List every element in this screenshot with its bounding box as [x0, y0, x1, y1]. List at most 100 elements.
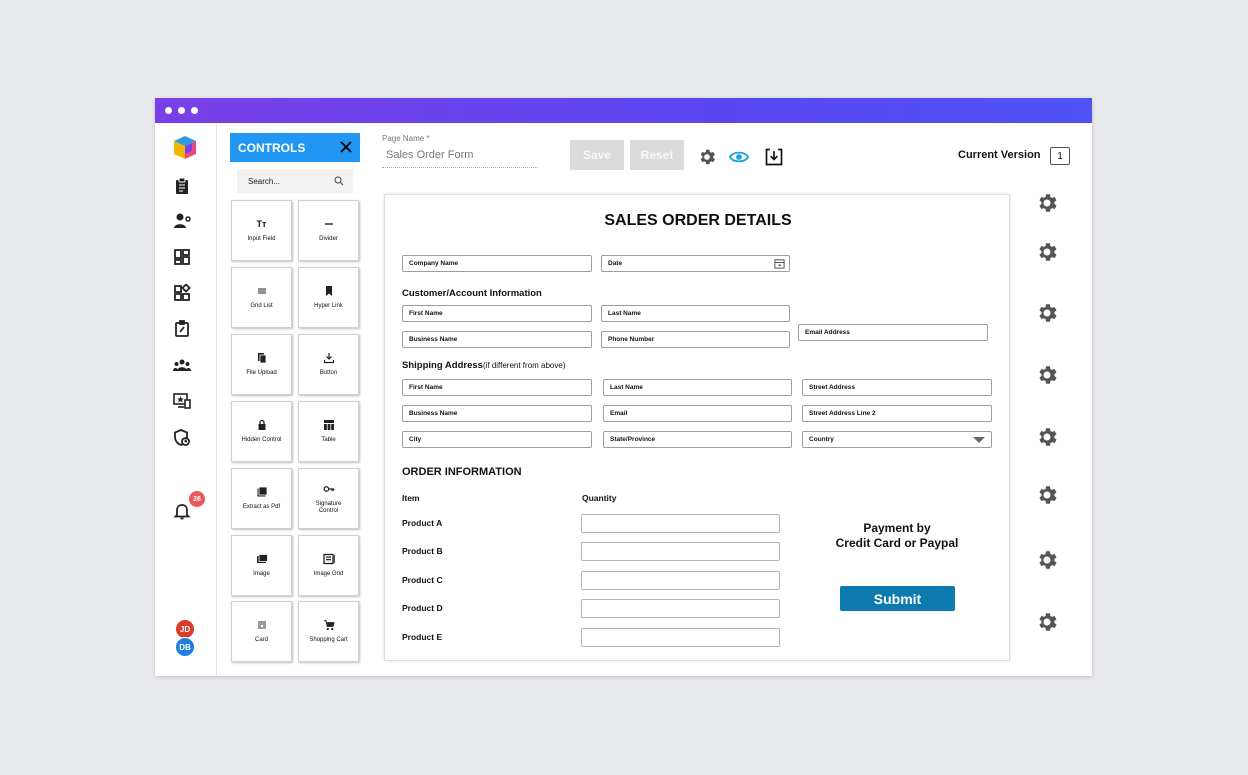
section-settings-gear-icon[interactable] — [1035, 240, 1059, 264]
controls-header: CONTROLS — [230, 133, 360, 162]
control-tile-image[interactable]: Image — [231, 535, 292, 596]
quantity-input[interactable] — [581, 542, 780, 561]
bell-icon[interactable] — [173, 502, 191, 520]
control-tile-table[interactable]: Table — [298, 401, 359, 462]
control-tile-button[interactable]: Button — [298, 334, 359, 395]
state-field[interactable]: State/Province — [603, 431, 792, 448]
control-tile-label: Divider — [319, 236, 338, 242]
control-tile-signature-control[interactable]: Signature Control — [298, 468, 359, 529]
app-logo-icon[interactable] — [172, 133, 198, 161]
control-tile-hyper-link[interactable]: Hyper Link — [298, 267, 359, 328]
user-settings-icon[interactable] — [173, 212, 191, 230]
notification-badge: 26 — [189, 491, 205, 507]
city-field[interactable]: City — [402, 431, 592, 448]
ship-last-name-field[interactable]: Last Name — [603, 379, 792, 396]
date-field[interactable]: Date — [601, 255, 790, 272]
control-tile-label: Image Grid — [313, 571, 344, 577]
control-tile-hidden-control[interactable]: Hidden Control — [231, 401, 292, 462]
featured-display-icon[interactable] — [173, 392, 191, 410]
form-canvas: SALES ORDER DETAILS Company Name Date Cu… — [384, 194, 1010, 661]
window-dot[interactable] — [191, 107, 198, 114]
download-tray-icon[interactable] — [764, 147, 784, 167]
shield-clock-icon[interactable] — [173, 429, 191, 447]
control-tile-grid-list[interactable]: Grid List — [231, 267, 292, 328]
ship-business-name-field[interactable]: Business Name — [402, 405, 592, 422]
control-tile-label: Signature Control — [315, 500, 342, 514]
email-address-field[interactable]: Email Address — [798, 324, 988, 341]
shipping-note: (if different from above) — [482, 361, 566, 370]
shipping-title: Shipping Address — [402, 360, 483, 371]
groups-icon[interactable] — [173, 356, 191, 374]
ship-email-field[interactable]: Email — [603, 405, 792, 422]
date-label: Date — [608, 260, 623, 267]
version-number[interactable]: 1 — [1050, 147, 1070, 165]
section-settings-gear-icon[interactable] — [1035, 610, 1059, 634]
avatar[interactable]: DB — [175, 637, 195, 657]
table-icon — [323, 419, 335, 431]
control-tile-image-grid[interactable]: Image Grid — [298, 535, 359, 596]
order-section-title: ORDER INFORMATION — [402, 466, 522, 478]
page-name-input[interactable]: Sales Order Form — [382, 149, 538, 168]
last-name-field[interactable]: Last Name — [601, 305, 790, 322]
save-button[interactable]: Save — [570, 140, 624, 170]
customer-section-title: Customer/Account Information — [402, 288, 542, 299]
section-settings-gear-icon[interactable] — [1035, 425, 1059, 449]
quantity-input[interactable] — [581, 599, 780, 618]
control-tile-shopping-cart[interactable]: Shopping Cart — [298, 601, 359, 662]
dashboard-icon[interactable] — [173, 248, 191, 266]
calendar-icon[interactable] — [774, 258, 785, 269]
clipboard-icon[interactable] — [173, 177, 191, 195]
section-settings-gear-icon[interactable] — [1035, 363, 1059, 387]
quantity-input[interactable] — [581, 628, 780, 647]
country-label: Country — [809, 436, 834, 443]
close-icon[interactable] — [339, 140, 353, 154]
image-grid-icon — [322, 553, 335, 565]
control-tile-label: Button — [319, 370, 338, 376]
section-settings-gear-icon[interactable] — [1035, 483, 1059, 507]
controls-title: CONTROLS — [238, 140, 306, 155]
control-tile-divider[interactable]: Divider — [298, 200, 359, 261]
street-address-2-field[interactable]: Street Address Line 2 — [802, 405, 992, 422]
app-window: 26 JD DB CONTROLS Search... Tт Input Fiel… — [155, 98, 1092, 676]
reset-button[interactable]: Reset — [630, 140, 684, 170]
form-title: SALES ORDER DETAILS — [604, 212, 792, 229]
business-name-field[interactable]: Business Name — [402, 331, 592, 348]
page-name-label: Page Name * — [382, 134, 430, 143]
bookmark-icon — [323, 285, 335, 297]
product-label: Product A — [402, 518, 443, 528]
search-icon[interactable] — [334, 176, 344, 186]
pdf-icon — [256, 486, 268, 498]
control-tile-input-field[interactable]: Tт Input Field — [231, 200, 292, 261]
section-settings-gear-icon[interactable] — [1035, 548, 1059, 572]
ship-first-name-field[interactable]: First Name — [402, 379, 592, 396]
title-bar — [155, 98, 1092, 123]
gear-icon[interactable] — [697, 147, 717, 167]
avatar[interactable]: JD — [175, 619, 195, 639]
company-name-field[interactable]: Company Name — [402, 255, 592, 272]
controls-search-input[interactable]: Search... — [237, 169, 353, 193]
divider-icon — [323, 218, 335, 230]
window-dot[interactable] — [165, 107, 172, 114]
widgets-icon[interactable] — [173, 284, 191, 302]
first-name-field[interactable]: First Name — [402, 305, 592, 322]
text-format-icon: Tт — [256, 219, 267, 229]
control-tile-card[interactable]: Card — [231, 601, 292, 662]
window-dot[interactable] — [178, 107, 185, 114]
control-tile-extract-as-pdf[interactable]: Extract as Pdf — [231, 468, 292, 529]
quantity-input[interactable] — [581, 514, 780, 533]
quantity-input[interactable] — [581, 571, 780, 590]
country-select[interactable]: Country — [802, 431, 992, 448]
preview-eye-icon[interactable] — [729, 147, 749, 167]
payment-note: Payment by Credit Card or Paypal — [817, 521, 977, 551]
street-address-field[interactable]: Street Address — [802, 379, 992, 396]
submit-button[interactable]: Submit — [840, 586, 955, 611]
section-settings-gear-icon[interactable] — [1035, 301, 1059, 325]
current-version-label: Current Version — [958, 149, 1041, 161]
product-label: Product D — [402, 603, 443, 613]
edit-clipboard-icon[interactable] — [173, 320, 191, 338]
product-label: Product B — [402, 546, 443, 556]
section-settings-gear-icon[interactable] — [1035, 191, 1059, 215]
control-tile-file-upload[interactable]: File Upload — [231, 334, 292, 395]
phone-number-field[interactable]: Phone Number — [601, 331, 790, 348]
chevron-down-icon[interactable] — [973, 437, 985, 444]
